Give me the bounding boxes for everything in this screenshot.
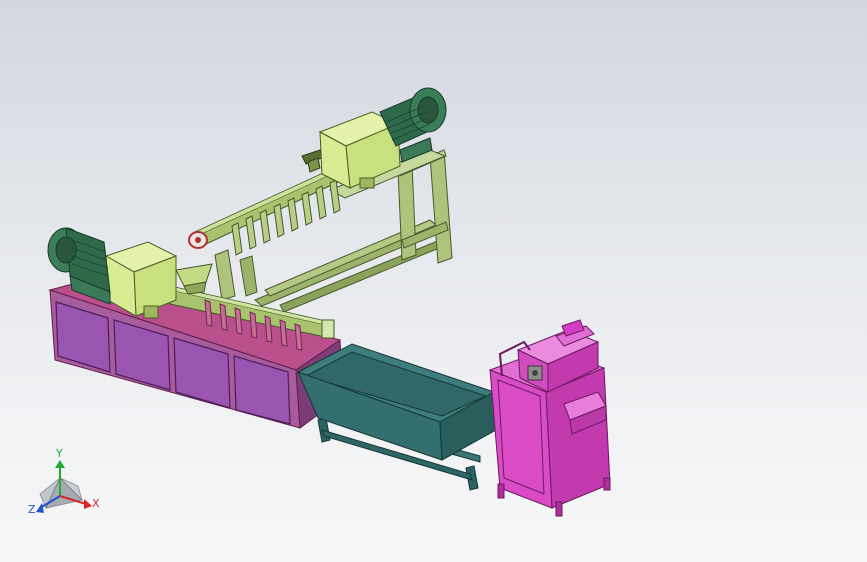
x-axis-label: X bbox=[92, 497, 100, 510]
model-scene[interactable] bbox=[0, 0, 867, 562]
cad-viewport[interactable]: Y X Z bbox=[0, 0, 867, 562]
pelletizer-machine[interactable] bbox=[488, 319, 611, 517]
view-orientation-triad[interactable] bbox=[36, 460, 92, 513]
upper-extruder-barrel[interactable] bbox=[188, 149, 341, 256]
y-axis-arrow bbox=[55, 460, 65, 468]
cooling-water-tank[interactable] bbox=[296, 343, 497, 491]
y-axis-label: Y bbox=[56, 447, 63, 460]
z-axis-arrow bbox=[36, 503, 44, 513]
x-axis-arrow bbox=[84, 499, 92, 509]
z-axis-label: Z bbox=[28, 503, 36, 516]
